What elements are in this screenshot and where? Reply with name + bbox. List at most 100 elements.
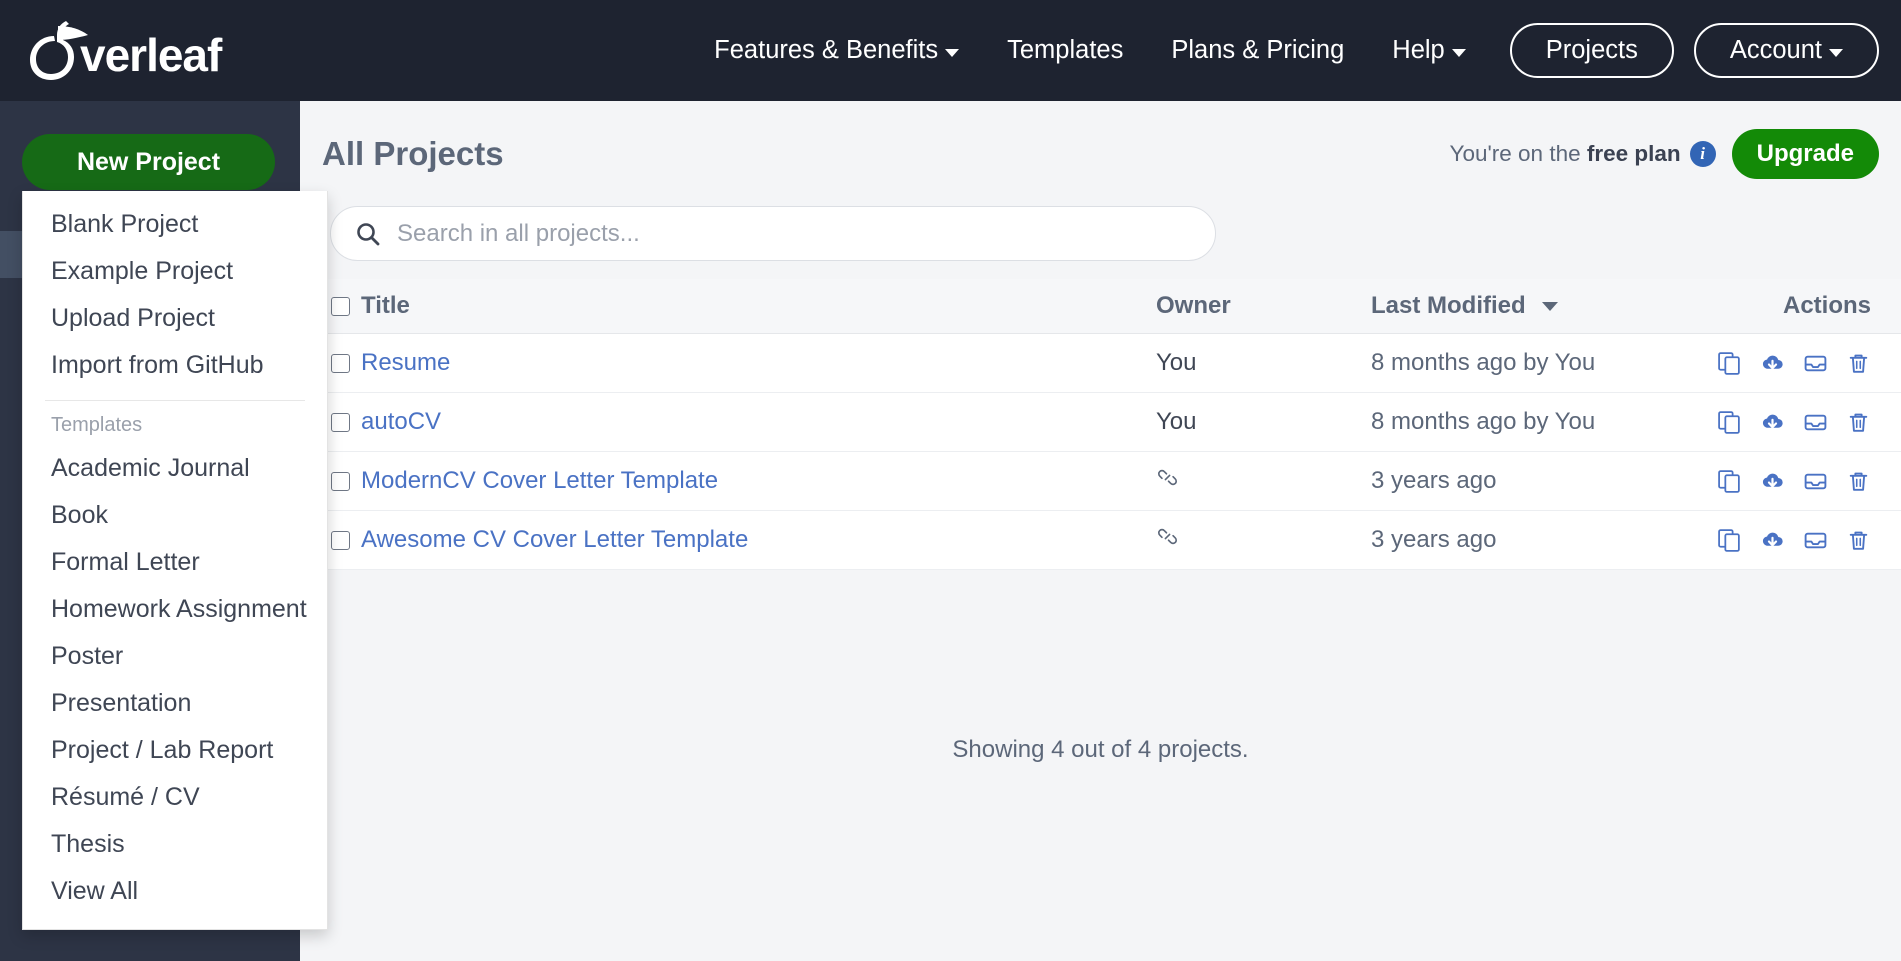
- plan-prefix: You're on the: [1449, 141, 1587, 166]
- nav-link-help[interactable]: Help: [1368, 26, 1489, 75]
- header-title[interactable]: Title: [357, 292, 1156, 320]
- table-row[interactable]: Awesome CV Cover Letter Template 3 years…: [300, 511, 1901, 570]
- plan-area: You're on the free plan i Upgrade: [1450, 129, 1879, 179]
- row-title-cell: Awesome CV Cover Letter Template: [357, 526, 1156, 554]
- archive-icon[interactable]: [1803, 469, 1828, 494]
- projects-button-label: Projects: [1545, 36, 1638, 64]
- header-owner[interactable]: Owner: [1156, 292, 1371, 320]
- menu-item-import-from-github[interactable]: Import from GitHub: [23, 342, 327, 389]
- sort-descending-icon: [1542, 302, 1559, 312]
- new-project-button[interactable]: New Project: [22, 134, 275, 190]
- overleaf-logo[interactable]: verleaf: [22, 0, 242, 101]
- new-project-dropdown-menu: Blank Project Example Project Upload Pro…: [22, 191, 328, 930]
- row-owner-cell: You: [1156, 408, 1197, 435]
- trash-icon[interactable]: [1846, 351, 1871, 376]
- row-last-modified-cell: 8 months ago by You: [1371, 408, 1596, 435]
- menu-item-project-lab-report[interactable]: Project / Lab Report: [23, 727, 327, 774]
- row-owner-cell: [1156, 525, 1371, 555]
- row-owner-cell: You: [1156, 349, 1197, 376]
- row-last-modified-cell: 3 years ago: [1371, 526, 1497, 553]
- nav-links: Features & Benefits Templates Plans & Pr…: [690, 23, 1901, 78]
- chevron-down-icon: [1451, 48, 1466, 57]
- menu-item-upload-project[interactable]: Upload Project: [23, 295, 327, 342]
- archive-icon[interactable]: [1803, 410, 1828, 435]
- trash-icon[interactable]: [1846, 528, 1871, 553]
- download-icon[interactable]: [1760, 351, 1785, 376]
- header-actions: Actions: [1782, 292, 1871, 319]
- menu-item-resume-cv[interactable]: Résumé / CV: [23, 774, 327, 821]
- menu-item-poster[interactable]: Poster: [23, 633, 327, 680]
- nav-link-templates[interactable]: Templates: [983, 26, 1147, 75]
- table-row[interactable]: Resume You 8 months ago by You: [300, 334, 1901, 393]
- nav-link-label: Features & Benefits: [714, 36, 939, 64]
- search-box[interactable]: [330, 206, 1216, 261]
- trash-icon[interactable]: [1846, 469, 1871, 494]
- plan-name: free plan: [1586, 141, 1681, 166]
- nav-link-features-benefits[interactable]: Features & Benefits: [690, 26, 983, 75]
- row-title-cell: autoCV: [357, 408, 1156, 436]
- overleaf-wordmark-icon: verleaf: [30, 20, 224, 81]
- row-last-modified-cell: 3 years ago: [1371, 467, 1497, 494]
- menu-item-homework-assignment[interactable]: Homework Assignment: [23, 586, 327, 633]
- download-icon[interactable]: [1760, 528, 1785, 553]
- menu-item-example-project[interactable]: Example Project: [23, 248, 327, 295]
- search-bar[interactable]: [330, 206, 1216, 261]
- page-header: All Projects You're on the free plan i U…: [322, 123, 1879, 185]
- table-header-row: Title Owner Last Modified Actions: [300, 279, 1901, 334]
- project-link[interactable]: Awesome CV Cover Letter Template: [361, 526, 748, 553]
- table-row[interactable]: ModernCV Cover Letter Template 3 years a…: [300, 452, 1901, 511]
- chevron-down-icon: [945, 48, 960, 57]
- row-checkbox[interactable]: [331, 353, 350, 373]
- projects-count-note: Showing 4 out of 4 projects.: [952, 736, 1249, 763]
- row-checkbox[interactable]: [331, 530, 350, 550]
- menu-item-formal-letter[interactable]: Formal Letter: [23, 539, 327, 586]
- link-icon: [1158, 469, 1177, 486]
- archive-icon[interactable]: [1803, 528, 1828, 553]
- copy-icon[interactable]: [1717, 410, 1742, 435]
- row-last-modified-cell: 8 months ago by You: [1371, 349, 1596, 376]
- projects-button[interactable]: Projects: [1509, 23, 1674, 78]
- row-actions-cell: [1691, 469, 1901, 494]
- menu-item-presentation[interactable]: Presentation: [23, 680, 327, 727]
- nav-link-label: Templates: [1007, 36, 1124, 64]
- link-icon: [1158, 528, 1177, 545]
- row-actions-cell: [1691, 528, 1901, 553]
- project-link[interactable]: ModernCV Cover Letter Template: [361, 467, 718, 494]
- top-navbar: verleaf Features & Benefits Templates Pl…: [0, 0, 1901, 101]
- row-title-cell: ModernCV Cover Letter Template: [357, 467, 1156, 495]
- row-checkbox[interactable]: [331, 412, 350, 432]
- page-title: All Projects: [322, 135, 504, 172]
- upgrade-button[interactable]: Upgrade: [1731, 129, 1879, 179]
- menu-item-thesis[interactable]: Thesis: [23, 821, 327, 868]
- header-last-modified[interactable]: Last Modified: [1371, 292, 1691, 320]
- trash-icon[interactable]: [1846, 410, 1871, 435]
- menu-item-blank-project[interactable]: Blank Project: [23, 201, 327, 248]
- menu-item-view-all[interactable]: View All: [23, 868, 327, 915]
- row-actions-cell: [1691, 351, 1901, 376]
- menu-item-academic-journal[interactable]: Academic Journal: [23, 445, 327, 492]
- nav-link-label: Help: [1392, 36, 1445, 64]
- download-icon[interactable]: [1760, 410, 1785, 435]
- plan-status-text: You're on the free plan: [1450, 141, 1681, 167]
- copy-icon[interactable]: [1717, 469, 1742, 494]
- info-icon[interactable]: i: [1689, 141, 1716, 167]
- table-row[interactable]: autoCV You 8 months ago by You: [300, 393, 1901, 452]
- nav-link-plans-pricing[interactable]: Plans & Pricing: [1147, 26, 1368, 75]
- search-input[interactable]: [395, 218, 1169, 249]
- projects-table: Title Owner Last Modified Actions Resume…: [300, 279, 1901, 570]
- copy-icon[interactable]: [1717, 528, 1742, 553]
- project-link[interactable]: Resume: [361, 349, 450, 376]
- nav-link-label: Plans & Pricing: [1171, 36, 1345, 64]
- copy-icon[interactable]: [1717, 351, 1742, 376]
- project-link[interactable]: autoCV: [361, 408, 441, 435]
- row-actions-cell: [1691, 410, 1901, 435]
- menu-item-book[interactable]: Book: [23, 492, 327, 539]
- row-checkbox[interactable]: [331, 471, 350, 491]
- download-icon[interactable]: [1760, 469, 1785, 494]
- archive-icon[interactable]: [1803, 351, 1828, 376]
- select-all-checkbox[interactable]: [331, 296, 350, 316]
- search-icon: [357, 222, 380, 245]
- account-menu-button[interactable]: Account: [1693, 23, 1879, 78]
- account-button-label: Account: [1729, 36, 1822, 64]
- row-owner-cell: [1156, 466, 1371, 496]
